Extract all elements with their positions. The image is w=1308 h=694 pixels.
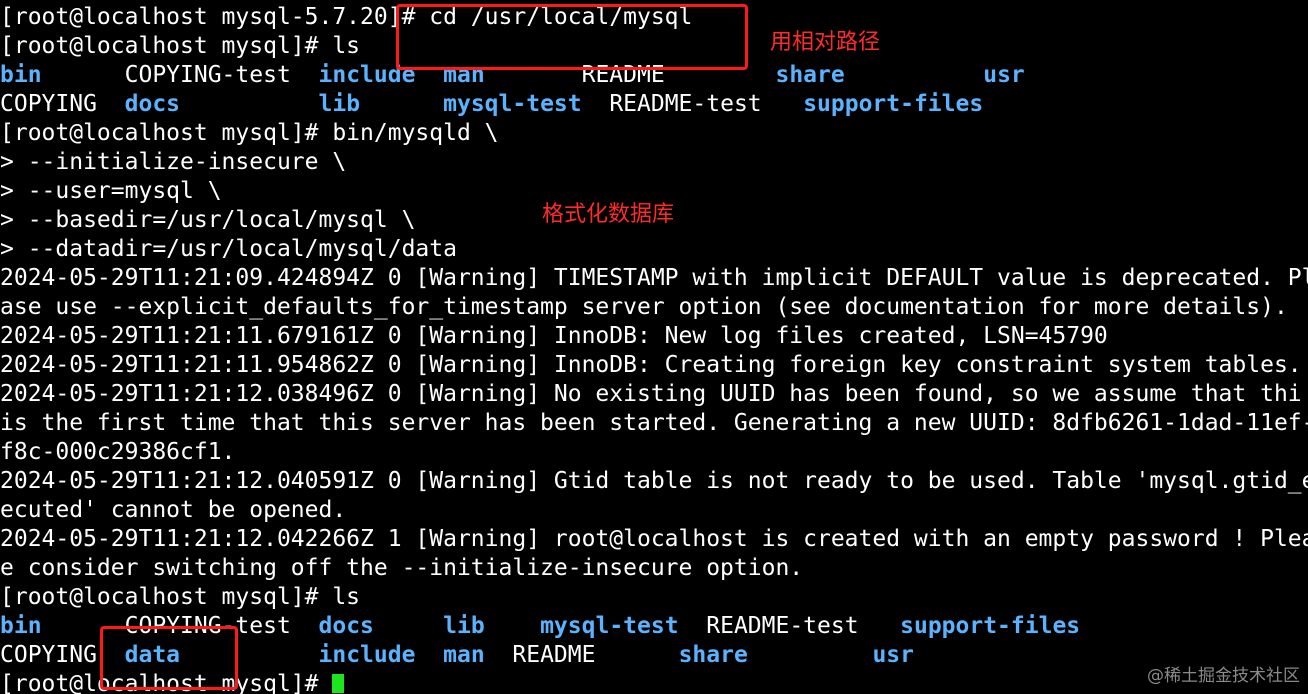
data-dir-highlight [100, 626, 238, 690]
terminal-output: l/bin[root@localhost mysql-5.7.20]# cd /… [0, 0, 1308, 694]
directory-name: docs [318, 613, 374, 639]
terminal-text: ase use --explicit_defaults_for_timestam… [0, 294, 1288, 320]
directory-name: docs [124, 91, 181, 117]
directory-name: include [318, 642, 416, 668]
terminal-window[interactable]: l/bin[root@localhost mysql-5.7.20]# cd /… [0, 0, 1308, 694]
cursor [332, 674, 345, 693]
terminal-text: [root@localhost mysql]# ls [0, 33, 361, 59]
format-db-annotation: 格式化数据库 [542, 202, 675, 227]
terminal-line: 2024-05-29T11:21:12.038496Z 0 [Warning] … [0, 380, 1308, 409]
terminal-line: > --initialize-insecure \ [0, 148, 1308, 177]
terminal-text: e consider switching off the --initializ… [0, 555, 804, 581]
directory-name: mysql-test [443, 91, 582, 117]
terminal-text: 2024-05-29T11:21:12.042266Z 1 [Warning] … [0, 526, 1308, 552]
terminal-text: README-test [678, 613, 901, 639]
relative-path-annotation: 用相对路径 [770, 30, 881, 55]
terminal-text: README [484, 642, 679, 668]
terminal-line: 2024-05-29T11:21:11.679161Z 0 [Warning] … [0, 322, 1308, 351]
terminal-text: [root@localhost mysql]# bin/mysqld \ [0, 120, 499, 146]
terminal-line: [root@localhost mysql]# bin/mysqld \ [0, 119, 1308, 148]
terminal-text: COPYING-test [41, 62, 319, 88]
directory-name: usr [983, 62, 1025, 88]
directory-name: lib [443, 613, 485, 639]
terminal-line: 2024-05-29T11:21:11.954862Z 0 [Warning] … [0, 351, 1308, 380]
directory-name: man [443, 642, 485, 668]
terminal-text: 2024-05-29T11:21:12.040591Z 0 [Warning] … [0, 468, 1308, 494]
terminal-text: is the first time that this server has b… [0, 410, 1308, 436]
terminal-text: 2024-05-29T11:21:12.038496Z 0 [Warning] … [0, 381, 1302, 407]
terminal-line: 2024-05-29T11:21:12.040591Z 0 [Warning] … [0, 467, 1308, 496]
terminal-line: f8c-000c29386cf1. [0, 438, 1308, 467]
terminal-line: e consider switching off the --initializ… [0, 554, 1308, 583]
directory-name: lib [318, 91, 361, 117]
terminal-text: f8c-000c29386cf1. [0, 439, 236, 465]
terminal-line: ecuted' cannot be opened. [0, 496, 1308, 525]
terminal-text: ecuted' cannot be opened. [0, 497, 347, 523]
directory-name: support-files [900, 613, 1081, 639]
terminal-text: > --datadir=/usr/local/mysql/data [0, 236, 457, 262]
directory-name: bin [0, 613, 42, 639]
watermark: @稀土掘金技术社区 [1147, 666, 1300, 686]
terminal-text: COPYING [0, 91, 125, 117]
terminal-text: l/bin [0, 0, 69, 1]
terminal-line: is the first time that this server has b… [0, 409, 1308, 438]
directory-name: mysql-test [540, 613, 679, 639]
terminal-text: 2024-05-29T11:21:11.954862Z 0 [Warning] … [0, 352, 1302, 378]
terminal-line: 2024-05-29T11:21:12.042266Z 1 [Warning] … [0, 525, 1308, 554]
terminal-text: 2024-05-29T11:21:09.424894Z 0 [Warning] … [0, 265, 1308, 291]
terminal-text: > --basedir=/usr/local/mysql \ [0, 207, 416, 233]
cd-command-highlight [396, 4, 748, 70]
directory-name: usr [872, 642, 914, 668]
terminal-text: 2024-05-29T11:21:11.679161Z 0 [Warning] … [0, 323, 1108, 349]
directory-name: share [775, 62, 845, 88]
terminal-line: ase use --explicit_defaults_for_timestam… [0, 293, 1308, 322]
terminal-text: > --user=mysql \ [0, 178, 222, 204]
terminal-line: > --datadir=/usr/local/mysql/data [0, 235, 1308, 264]
directory-name: bin [0, 62, 42, 88]
terminal-text: [root@localhost mysql]# ls [0, 584, 361, 610]
terminal-line: COPYING docs lib mysql-test README-test … [0, 90, 1308, 119]
terminal-text: > --initialize-insecure \ [0, 149, 347, 175]
directory-name: support-files [803, 91, 984, 117]
directory-name: share [678, 642, 748, 668]
terminal-line: [root@localhost mysql]# ls [0, 583, 1308, 612]
terminal-text: README-test [581, 91, 804, 117]
terminal-line: 2024-05-29T11:21:09.424894Z 0 [Warning] … [0, 264, 1308, 293]
